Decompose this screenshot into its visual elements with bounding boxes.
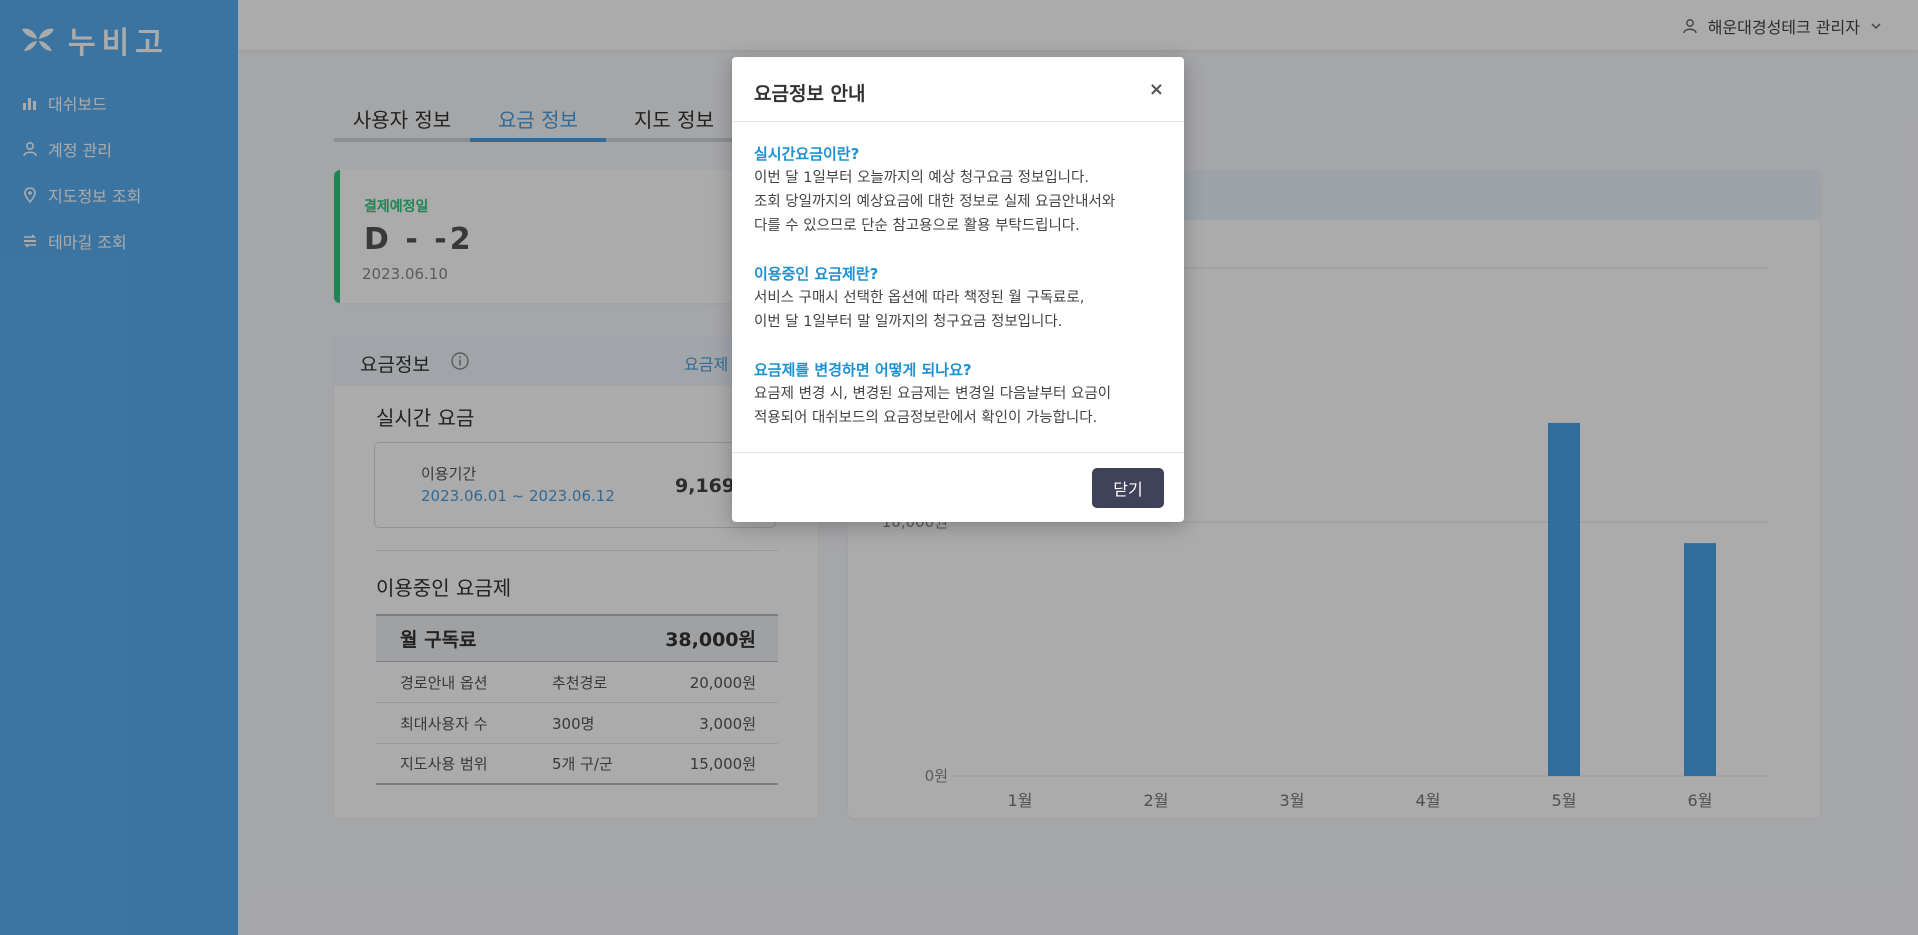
faq-question: 요금제를 변경하면 어떻게 되나요? (754, 361, 972, 379)
faq-answer-line: 요금제 변경 시, 변경된 요금제는 변경일 다음날부터 요금이 (754, 386, 1112, 402)
modal-title: 요금정보 안내 (754, 83, 866, 105)
faq-question: 이용중인 요금제란? (754, 265, 879, 283)
fee-info-modal: 요금정보 안내 × 실시간요금이란? 이번 달 1일부터 오늘까지의 예상 청구… (732, 57, 1184, 522)
faq-answer-line: 서비스 구매시 선택한 옵션에 따라 책정된 월 구독료로, (754, 290, 1085, 306)
modal-footer: 닫기 (732, 453, 1184, 521)
modal-body: 실시간요금이란? 이번 달 1일부터 오늘까지의 예상 청구요금 정보입니다. … (732, 122, 1184, 453)
faq-answer-line: 적용되어 대쉬보드의 요금정보란에서 확인이 가능합니다. (754, 410, 1098, 426)
faq-answer-line: 조회 당일까지의 예상요금에 대한 정보로 실제 요금안내서와 (754, 194, 1116, 210)
close-icon[interactable]: × (1149, 79, 1164, 100)
faq-question: 실시간요금이란? (754, 145, 860, 163)
faq-answer-line: 다를 수 있으므로 단순 참고용으로 활용 부탁드립니다. (754, 218, 1080, 234)
modal-header: 요금정보 안내 × (732, 57, 1184, 122)
faq-answer-line: 이번 달 1일부터 말 일까지의 청구요금 정보입니다. (754, 314, 1063, 330)
faq-answer-line: 이번 달 1일부터 오늘까지의 예상 청구요금 정보입니다. (754, 170, 1089, 186)
close-button[interactable]: 닫기 (1092, 468, 1164, 508)
